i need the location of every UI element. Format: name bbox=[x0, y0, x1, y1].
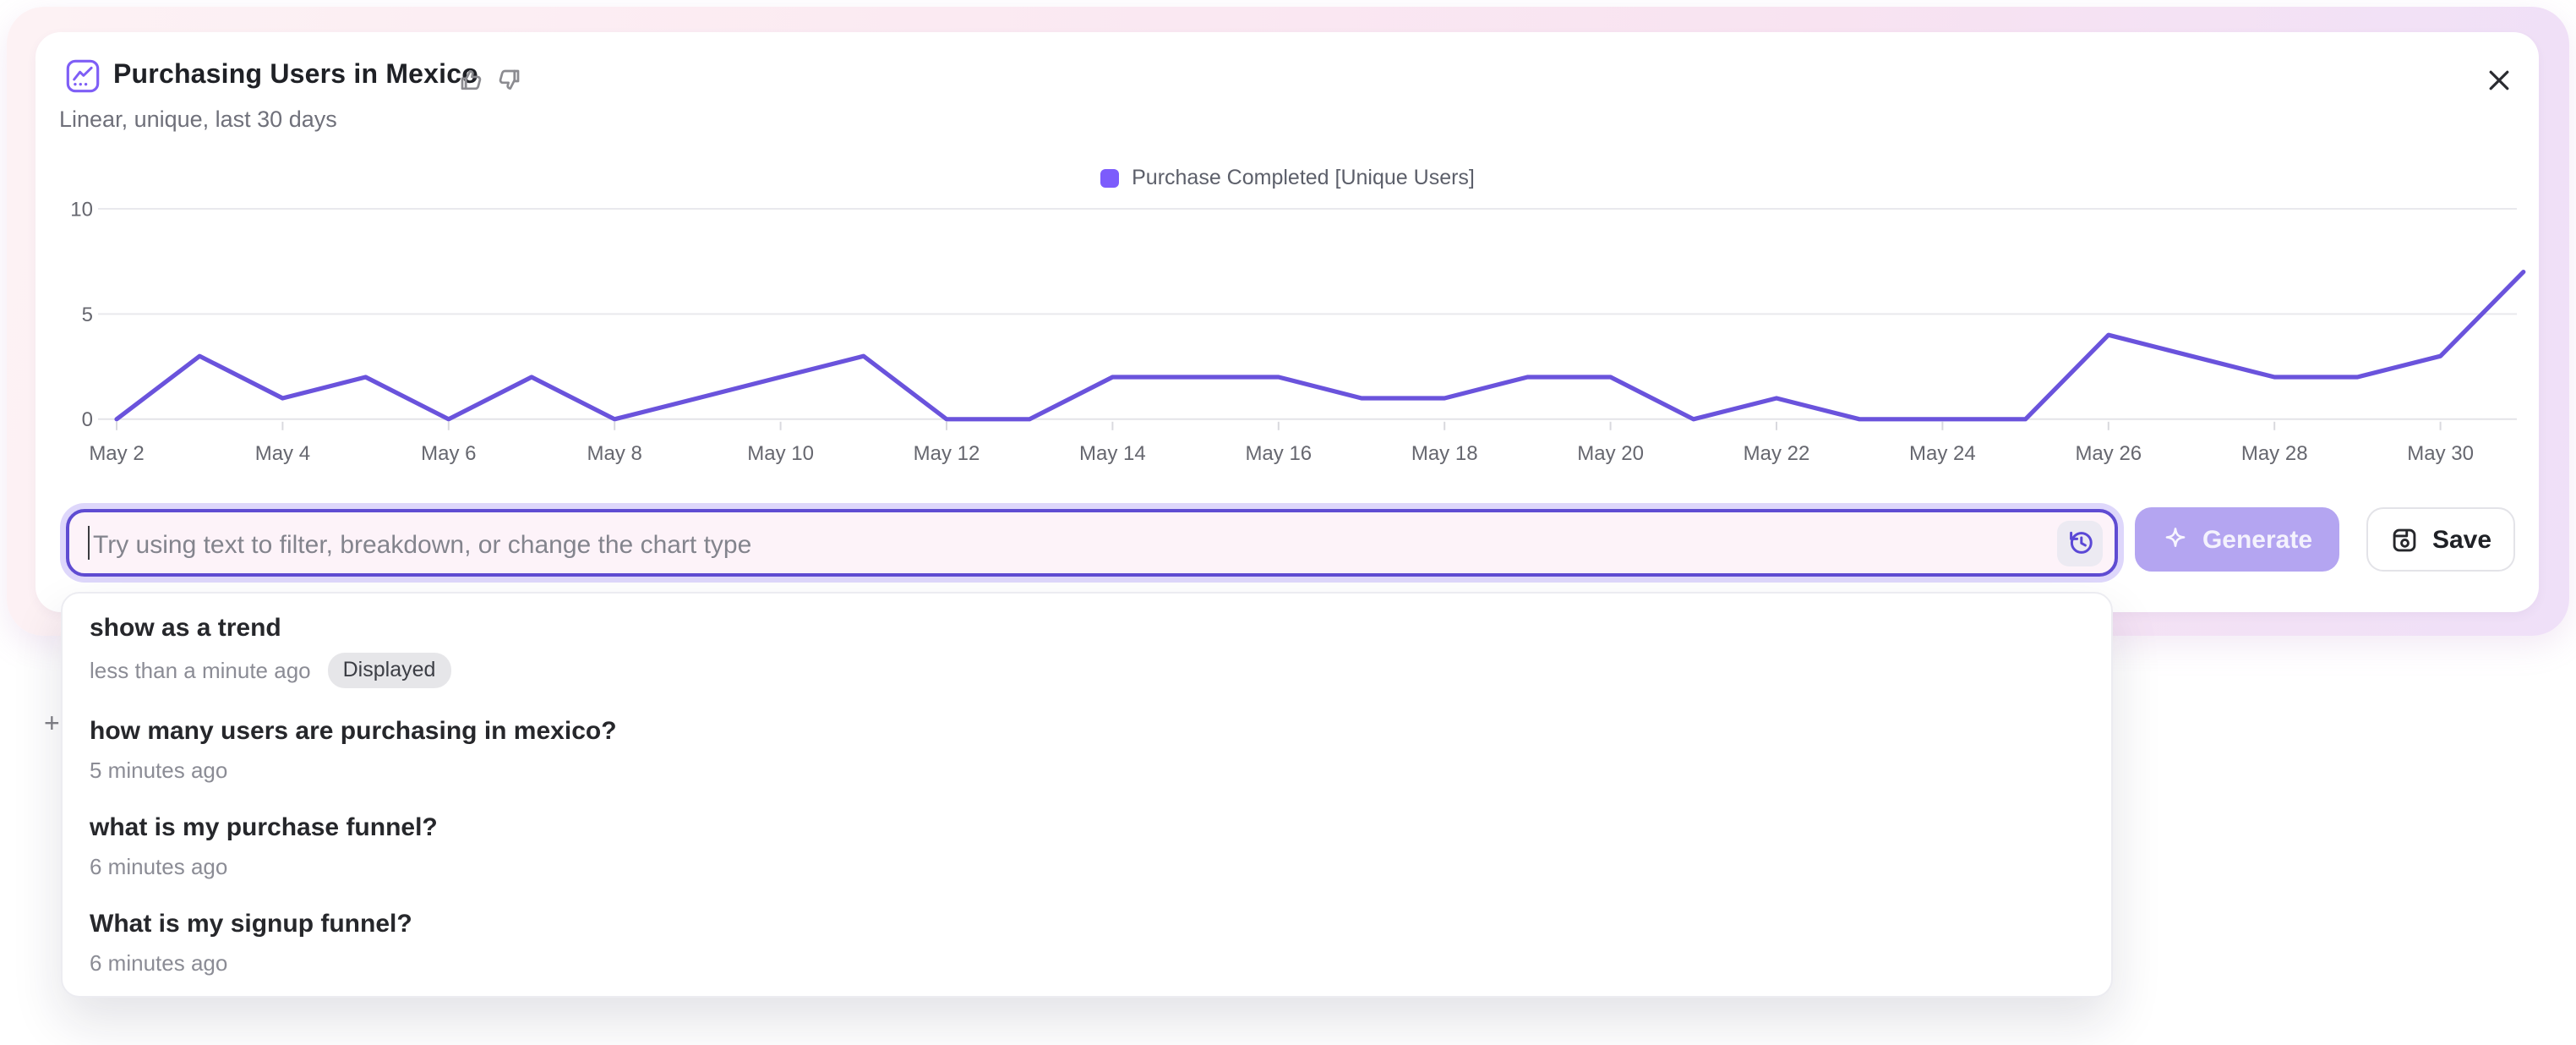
svg-text:May 28: May 28 bbox=[2241, 442, 2308, 465]
history-item[interactable]: show as a trend less than a minute ago Dis… bbox=[63, 599, 2111, 702]
svg-text:5: 5 bbox=[82, 304, 93, 326]
svg-text:0: 0 bbox=[82, 408, 93, 431]
history-button[interactable] bbox=[2057, 520, 2103, 566]
history-item[interactable]: what is my purchase funnel? 6 minutes ago bbox=[63, 798, 2111, 895]
svg-text:May 26: May 26 bbox=[2075, 442, 2142, 465]
svg-text:May 2: May 2 bbox=[89, 442, 144, 465]
chart-subtitle: Linear, unique, last 30 days bbox=[59, 107, 337, 132]
legend-swatch bbox=[1100, 168, 1118, 187]
history-item-time: 6 minutes ago bbox=[90, 949, 227, 977]
history-item-badge: Displayed bbox=[328, 653, 451, 688]
close-icon[interactable] bbox=[2486, 68, 2512, 93]
svg-text:May 4: May 4 bbox=[255, 442, 310, 465]
svg-text:May 24: May 24 bbox=[1909, 442, 1976, 465]
history-item-meta: 6 minutes ago bbox=[90, 949, 2084, 977]
thumbs-down-icon[interactable] bbox=[495, 66, 522, 93]
sparkle-icon bbox=[2162, 526, 2189, 553]
svg-text:May 18: May 18 bbox=[1411, 442, 1478, 465]
svg-text:May 12: May 12 bbox=[914, 442, 980, 465]
history-item[interactable]: how many users are purchasing in mexico?… bbox=[63, 702, 2111, 798]
svg-text:10: 10 bbox=[70, 198, 93, 221]
page-title: Purchasing Users in Mexico bbox=[113, 61, 478, 91]
history-item-time: 6 minutes ago bbox=[90, 852, 227, 881]
save-button[interactable]: Save bbox=[2366, 507, 2515, 572]
svg-text:May 10: May 10 bbox=[747, 442, 814, 465]
save-icon bbox=[2390, 525, 2419, 554]
history-item-meta: 6 minutes ago bbox=[90, 852, 2084, 881]
chart-card: Purchasing Users in Mexico Linear, uniqu… bbox=[35, 32, 2539, 612]
clock-rewind-icon bbox=[2065, 528, 2095, 558]
history-item-query: What is my signup funnel? bbox=[90, 908, 2084, 942]
save-label: Save bbox=[2432, 525, 2491, 554]
history-item-meta: 5 minutes ago bbox=[90, 756, 2084, 785]
legend-label: Purchase Completed [Unique Users] bbox=[1132, 166, 1475, 189]
ai-prompt-input[interactable] bbox=[90, 512, 2006, 577]
trend-line-chart[interactable]: 0 5 10 May 2 May 4 May 6 May 8 May 10 May 12 May … bbox=[35, 193, 2539, 489]
history-dropdown: show as a trend less than a minute ago Dis… bbox=[61, 592, 2113, 998]
ai-prompt-inputbox[interactable] bbox=[66, 509, 2118, 577]
history-item-time: less than a minute ago bbox=[90, 656, 311, 685]
history-item-query: how many users are purchasing in mexico? bbox=[90, 715, 2084, 749]
generate-label: Generate bbox=[2202, 525, 2312, 554]
svg-text:May 16: May 16 bbox=[1245, 442, 1312, 465]
svg-text:May 14: May 14 bbox=[1079, 442, 1146, 465]
ai-chart-panel: Purchasing Users in Mexico Linear, uniqu… bbox=[0, 0, 2576, 1045]
svg-text:May 30: May 30 bbox=[2407, 442, 2474, 465]
history-item[interactable]: What is my signup funnel? 6 minutes ago bbox=[63, 895, 2111, 991]
add-button-partial[interactable]: + bbox=[44, 710, 60, 741]
history-item-time: 5 minutes ago bbox=[90, 756, 227, 785]
history-item-query: what is my purchase funnel? bbox=[90, 812, 2084, 845]
generate-button[interactable]: Generate bbox=[2135, 507, 2339, 572]
svg-text:May 22: May 22 bbox=[1744, 442, 1810, 465]
svg-text:May 8: May 8 bbox=[587, 442, 642, 465]
thumbs-up-icon[interactable] bbox=[458, 66, 485, 93]
svg-text:May 20: May 20 bbox=[1577, 442, 1644, 465]
line-chart-icon bbox=[66, 59, 100, 93]
history-item-meta: less than a minute ago Displayed bbox=[90, 653, 2084, 688]
svg-text:May 6: May 6 bbox=[421, 442, 476, 465]
history-item-query: show as a trend bbox=[90, 612, 2084, 646]
chart-legend: Purchase Completed [Unique Users] bbox=[35, 166, 2539, 189]
